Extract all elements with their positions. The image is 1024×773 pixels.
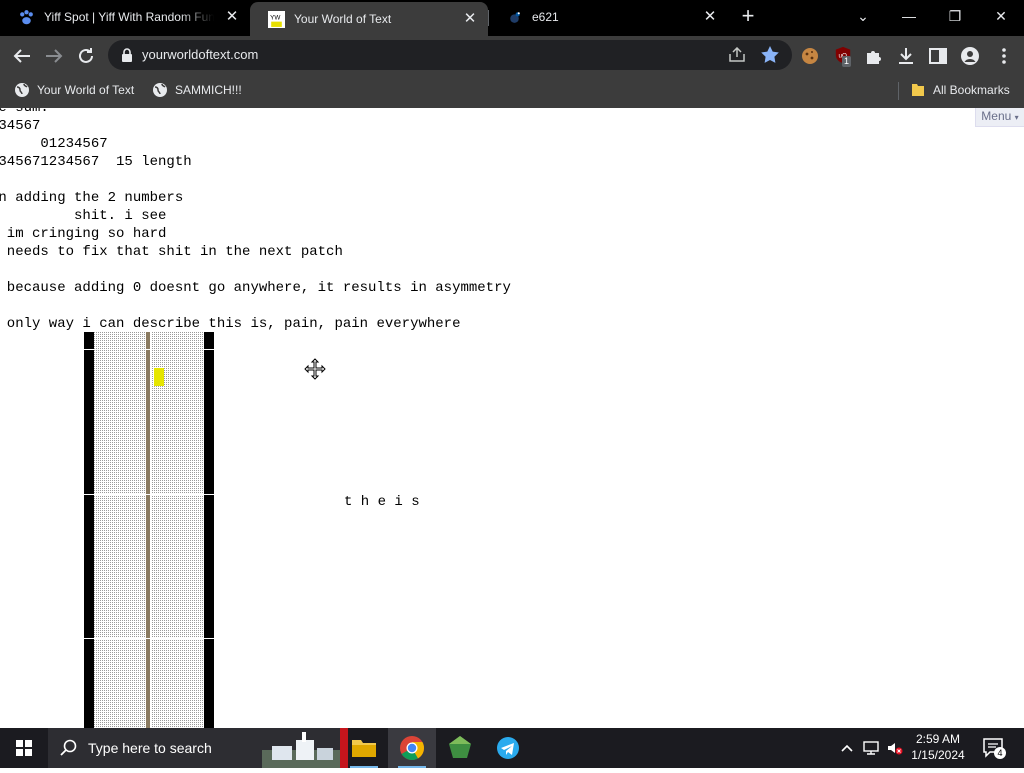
search-placeholder: Type here to search: [88, 740, 212, 756]
lock-icon[interactable]: [121, 48, 133, 62]
paw-icon: [20, 10, 33, 25]
bookmark-label: SAMMICH!!!: [175, 83, 242, 97]
cookie-extension-icon[interactable]: [800, 46, 820, 66]
folder-icon: [352, 740, 376, 757]
profile-avatar-icon[interactable]: [960, 46, 980, 66]
all-bookmarks-label: All Bookmarks: [933, 83, 1010, 97]
tab-title: e621: [532, 10, 559, 24]
url-text[interactable]: yourworldoftext.com: [142, 40, 258, 70]
tab-yiff-spot[interactable]: Yiff Spot | Yiff With Random Fun ✕: [0, 0, 250, 36]
text-line[interactable]: en adding the 2 numbers: [0, 189, 183, 207]
bookmark-label: Your World of Text: [37, 83, 135, 97]
windows-start-icon[interactable]: [0, 728, 48, 768]
svg-text:YW: YW: [270, 15, 280, 22]
address-bar[interactable]: yourworldoftext.com: [108, 40, 792, 70]
e621-favicon-icon: [510, 12, 520, 23]
reload-icon[interactable]: [74, 44, 98, 68]
tab-strip: Yiff Spot | Yiff With Random Fun ✕ YW Yo…: [0, 0, 1024, 36]
text-line[interactable]: shit. i see: [0, 207, 166, 225]
download-icon[interactable]: [896, 46, 916, 66]
text-line[interactable]: d needs to fix that shit in the next pat…: [0, 243, 343, 261]
extension-badge: 1: [842, 56, 852, 67]
chrome-icon: [400, 736, 425, 761]
bookmark-sammich[interactable]: SAMMICH!!!: [152, 76, 242, 104]
file-explorer-taskbar-button[interactable]: [340, 728, 388, 768]
tab-title: Yiff Spot | Yiff With Random Fun: [44, 10, 214, 24]
bookmark-star-icon[interactable]: [760, 45, 780, 65]
restore-icon[interactable]: ❐: [932, 0, 978, 34]
telegram-icon: [497, 737, 519, 759]
clock-time: 2:59 AM: [915, 732, 961, 746]
share-icon[interactable]: [728, 47, 746, 63]
notification-center-button[interactable]: 4: [982, 737, 1006, 759]
close-window-icon[interactable]: ✕: [978, 0, 1024, 34]
bookmarks-bar: Your World of Text SAMMICH!!! All Bookma…: [0, 76, 1024, 108]
tab-your-world-of-text[interactable]: YW Your World of Text ✕: [250, 2, 488, 36]
text-line[interactable]: 234567: [0, 117, 40, 135]
bookmark-your-world-of-text[interactable]: Your World of Text: [14, 76, 134, 104]
tab-search-icon[interactable]: ⌄: [840, 0, 886, 34]
close-tab-icon[interactable]: ✕: [222, 0, 242, 34]
ywot-favicon-icon: YW: [268, 11, 285, 28]
search-highlight-illustration-icon: [262, 732, 340, 768]
bookmarks-divider: [898, 82, 899, 100]
telegram-taskbar-button[interactable]: [484, 728, 532, 768]
chevron-down-icon: ▾: [1014, 113, 1019, 122]
globe-icon: [153, 83, 167, 97]
globe-icon: [15, 83, 29, 97]
more-menu-icon[interactable]: [994, 46, 1014, 66]
move-cursor-icon: [304, 358, 326, 380]
browser-toolbar: yourworldoftext.com uO 1: [0, 36, 1024, 76]
extensions-puzzle-icon[interactable]: [864, 46, 884, 66]
search-icon: [60, 739, 77, 756]
text-art-columns[interactable]: [84, 332, 214, 728]
clock-date: 1/15/2024: [911, 748, 965, 762]
tab-title: Your World of Text: [294, 12, 392, 26]
text-line[interactable]: e only way i can describe this is, pain,…: [0, 315, 461, 333]
windows-taskbar: Type here to search 2:59 AM 1/15/2024 4: [0, 728, 1024, 768]
network-icon[interactable]: [862, 739, 880, 757]
text-line[interactable]: 2345671234567 15 length: [0, 153, 192, 171]
text-line[interactable]: 01234567: [0, 135, 107, 153]
text-line[interactable]: s because adding 0 doesnt go anywhere, i…: [0, 279, 511, 297]
show-hidden-icons-icon[interactable]: [838, 739, 856, 757]
menu-button[interactable]: Menu ▾: [975, 108, 1024, 127]
back-icon[interactable]: [10, 44, 34, 68]
tab-e621[interactable]: e621 ✕: [488, 0, 728, 36]
text-line[interactable]: ue sum.: [0, 108, 49, 117]
cursor-highlight-cell: [154, 368, 164, 386]
gem-app-taskbar-button[interactable]: [436, 728, 484, 768]
world-of-text-canvas[interactable]: Menu ▾ ue sum. 234567 01234567 234567123…: [0, 108, 1024, 728]
folder-icon: [912, 84, 924, 96]
system-clock[interactable]: 2:59 AM 1/15/2024: [900, 731, 976, 763]
scattered-text[interactable]: t h e i s: [344, 494, 420, 510]
new-tab-button[interactable]: +: [737, 4, 759, 30]
close-tab-icon[interactable]: ✕: [700, 0, 720, 34]
taskbar-search-box[interactable]: Type here to search: [48, 728, 340, 768]
gem-icon: [449, 736, 471, 758]
minimize-icon[interactable]: —: [886, 0, 932, 34]
side-panel-icon[interactable]: [928, 46, 948, 66]
notification-count-badge: 4: [994, 747, 1006, 759]
chrome-taskbar-button[interactable]: [388, 728, 436, 768]
text-line[interactable]: n im cringing so hard: [0, 225, 167, 243]
close-tab-icon[interactable]: ✕: [460, 2, 480, 36]
ublock-extension-icon[interactable]: uO 1: [834, 46, 856, 70]
forward-icon[interactable]: [42, 44, 66, 68]
all-bookmarks-button[interactable]: All Bookmarks: [910, 76, 1010, 104]
